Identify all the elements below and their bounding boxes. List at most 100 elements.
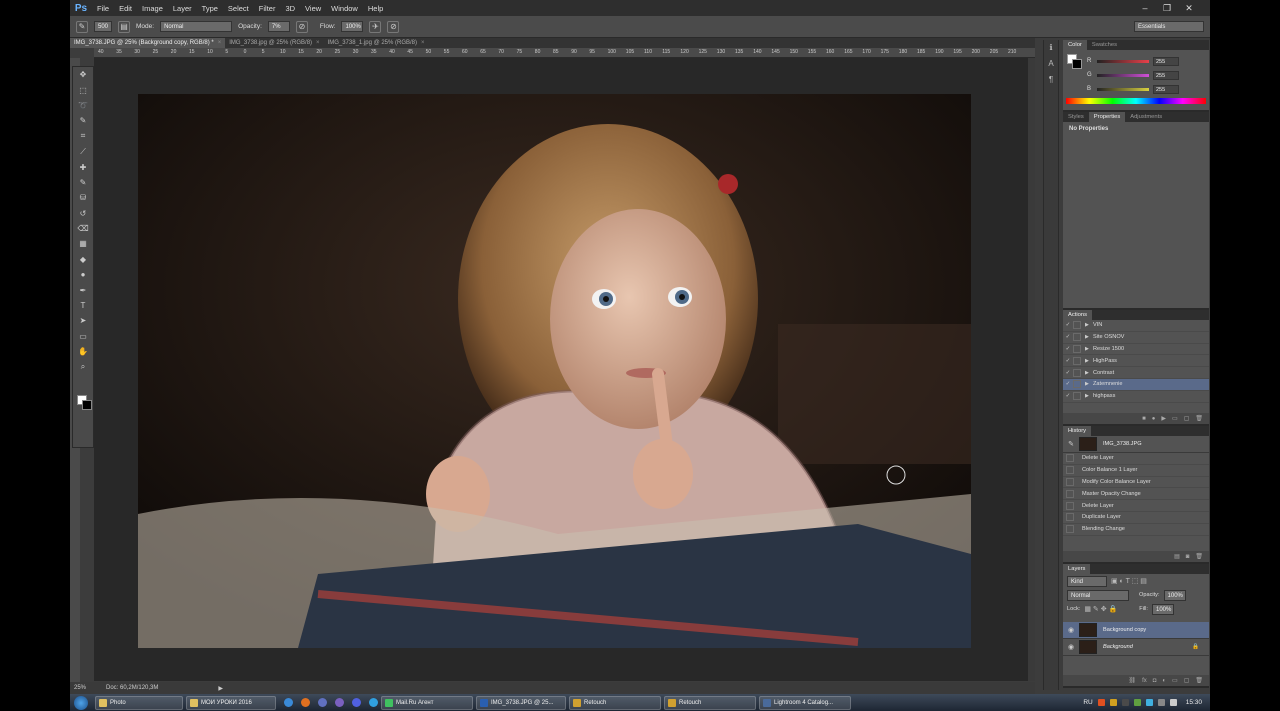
layer-row[interactable]: ◉ Background 🔒 bbox=[1063, 639, 1209, 656]
close-icon[interactable]: ✕ bbox=[1178, 0, 1200, 16]
tab-color[interactable]: Color bbox=[1063, 40, 1087, 50]
stop-icon[interactable]: ■ bbox=[1142, 416, 1146, 422]
info-icon[interactable]: ℹ bbox=[1044, 40, 1058, 56]
brush-tool-icon[interactable]: ✎ bbox=[76, 20, 88, 33]
background-color-swatch[interactable] bbox=[82, 400, 92, 410]
language-indicator[interactable]: RU bbox=[1083, 699, 1092, 706]
eraser-tool-icon[interactable]: ⌫ bbox=[73, 221, 93, 236]
history-state[interactable]: Duplicate Layer bbox=[1063, 512, 1209, 524]
close-tab-icon[interactable]: × bbox=[316, 40, 320, 46]
history-state[interactable]: Master Opacity Change bbox=[1063, 488, 1209, 501]
new-action-icon[interactable]: ▢ bbox=[1184, 415, 1190, 422]
paragraph-icon[interactable]: ¶ bbox=[1044, 72, 1058, 88]
visibility-eye-icon[interactable]: ◉ bbox=[1063, 643, 1079, 651]
flow-field[interactable]: 100% bbox=[341, 21, 364, 32]
new-set-icon[interactable]: ▭ bbox=[1172, 415, 1178, 422]
mode-select[interactable]: Normal bbox=[160, 21, 233, 32]
stamp-tool-icon[interactable]: ⛁ bbox=[73, 190, 93, 205]
media-icon[interactable] bbox=[335, 698, 344, 707]
slider-track[interactable] bbox=[1097, 73, 1149, 77]
history-state[interactable]: Delete Layer bbox=[1063, 500, 1209, 512]
tab-history[interactable]: History bbox=[1063, 426, 1092, 436]
expand-triangle-icon[interactable]: ▶ bbox=[1085, 334, 1093, 340]
slider-track[interactable] bbox=[1097, 59, 1149, 63]
doc-tab[interactable]: IMG_3738_1.jpg @ 25% (RGB/8) × bbox=[324, 38, 429, 48]
history-state[interactable]: Color Balance 1 Layer bbox=[1063, 465, 1209, 477]
quick-select-tool-icon[interactable]: ✎ bbox=[73, 113, 93, 128]
taskbar-button[interactable]: IMG_3738.JPG @ 25... bbox=[476, 695, 566, 710]
path-select-tool-icon[interactable]: ➤ bbox=[73, 313, 93, 328]
expand-triangle-icon[interactable]: ▶ bbox=[1085, 370, 1093, 376]
expand-triangle-icon[interactable]: ▶ bbox=[1085, 381, 1093, 387]
canvas-scrollbar[interactable] bbox=[1028, 58, 1035, 681]
zoom-tool-icon[interactable]: ⌕ bbox=[73, 359, 93, 374]
lock-icons[interactable]: ▦ ✎ ✥ 🔒 bbox=[1084, 605, 1117, 613]
menu-file[interactable]: File bbox=[92, 4, 114, 13]
tray-icon[interactable] bbox=[1097, 699, 1105, 706]
photo-canvas[interactable] bbox=[138, 94, 971, 648]
play-icon[interactable]: ▶ bbox=[1161, 415, 1166, 422]
restore-icon[interactable]: ❐ bbox=[1156, 0, 1178, 16]
marquee-tool-icon[interactable]: ⬚ bbox=[73, 82, 93, 97]
check-icon[interactable]: ✓ bbox=[1063, 334, 1073, 340]
menu-type[interactable]: Type bbox=[197, 4, 223, 13]
start-button[interactable] bbox=[70, 694, 92, 711]
blur-tool-icon[interactable]: ◆ bbox=[73, 252, 93, 267]
blend-mode-select[interactable]: Normal bbox=[1067, 589, 1129, 601]
color-slider-b[interactable]: B 255 bbox=[1063, 82, 1209, 96]
layer-kind-filter[interactable]: Kind bbox=[1067, 575, 1107, 587]
history-state[interactable]: Delete Layer bbox=[1063, 453, 1209, 465]
color-slider-r[interactable]: R 255 bbox=[1063, 54, 1209, 68]
menu-view[interactable]: View bbox=[300, 4, 326, 13]
tab-properties[interactable]: Properties bbox=[1088, 112, 1126, 122]
move-tool-icon[interactable]: ✥ bbox=[73, 67, 93, 82]
tab-swatches[interactable]: Swatches bbox=[1087, 40, 1122, 50]
workspace-select[interactable]: Essentials bbox=[1134, 21, 1204, 32]
slider-track[interactable] bbox=[1097, 87, 1149, 91]
check-icon[interactable]: ✓ bbox=[1063, 346, 1073, 352]
layer-fill-field[interactable]: 100% bbox=[1151, 603, 1174, 615]
dialog-toggle[interactable] bbox=[1073, 344, 1081, 353]
channel-value[interactable]: 255 bbox=[1153, 56, 1179, 66]
new-document-icon[interactable]: ▤ bbox=[1174, 553, 1180, 560]
new-layer-icon[interactable]: ▢ bbox=[1184, 677, 1190, 684]
pressure-size-icon[interactable]: ⊘ bbox=[387, 20, 400, 33]
action-item[interactable]: ✓ ▶ HighPass bbox=[1063, 355, 1209, 368]
tray-icon[interactable] bbox=[1169, 699, 1177, 706]
airbrush-icon[interactable]: ✈ bbox=[369, 20, 382, 33]
dialog-toggle[interactable] bbox=[1073, 392, 1081, 401]
mask-icon[interactable]: ◘ bbox=[1153, 678, 1157, 684]
tab-styles[interactable]: Styles bbox=[1063, 112, 1089, 122]
dialog-toggle[interactable] bbox=[1073, 356, 1081, 365]
tray-icon[interactable] bbox=[1121, 699, 1129, 706]
clock[interactable]: 15:30 bbox=[1186, 699, 1202, 706]
delete-layer-icon[interactable]: 🗑 bbox=[1195, 677, 1203, 684]
record-icon[interactable]: ● bbox=[1152, 416, 1156, 422]
camera-icon[interactable]: ◙ bbox=[1186, 554, 1190, 560]
dialog-toggle[interactable] bbox=[1073, 333, 1081, 342]
hand-tool-icon[interactable]: ✋ bbox=[73, 344, 93, 359]
layer-row[interactable]: ◉ Background copy bbox=[1063, 622, 1209, 639]
history-brush-tool-icon[interactable]: ↺ bbox=[73, 206, 93, 221]
tray-icon[interactable] bbox=[1133, 699, 1141, 706]
action-item[interactable]: ✓ ▶ Site OSNOV bbox=[1063, 332, 1209, 344]
brush-panel-icon[interactable]: ▤ bbox=[118, 20, 130, 33]
taskbar-button[interactable]: Lightroom 4 Catalog... bbox=[759, 695, 851, 710]
tab-adjustments[interactable]: Adjustments bbox=[1125, 112, 1167, 122]
tray-icon[interactable] bbox=[1157, 699, 1165, 706]
canvas-area[interactable] bbox=[94, 58, 1028, 681]
color-slider-g[interactable]: G 255 bbox=[1063, 68, 1209, 82]
lasso-tool-icon[interactable]: ➰ bbox=[73, 98, 93, 113]
check-icon[interactable]: ✓ bbox=[1063, 381, 1073, 387]
menu-3d[interactable]: 3D bbox=[280, 4, 300, 13]
expand-triangle-icon[interactable]: ▶ bbox=[1085, 322, 1093, 328]
action-item[interactable]: ✓ ▶ Contrast bbox=[1063, 367, 1209, 379]
firefox-icon[interactable] bbox=[301, 698, 310, 707]
check-icon[interactable]: ✓ bbox=[1063, 322, 1073, 328]
action-item[interactable]: ✓ ▶ VIN bbox=[1063, 320, 1209, 332]
tray-icon[interactable] bbox=[1109, 699, 1117, 706]
filter-icons[interactable]: ▣ ◐ T ⬚ ▤ bbox=[1111, 577, 1147, 585]
action-item[interactable]: ✓ ▶ Zatemnenie bbox=[1063, 378, 1209, 391]
taskbar-button[interactable]: Mail.Ru Агент bbox=[381, 695, 473, 710]
fx-icon[interactable]: fx bbox=[1142, 678, 1147, 684]
